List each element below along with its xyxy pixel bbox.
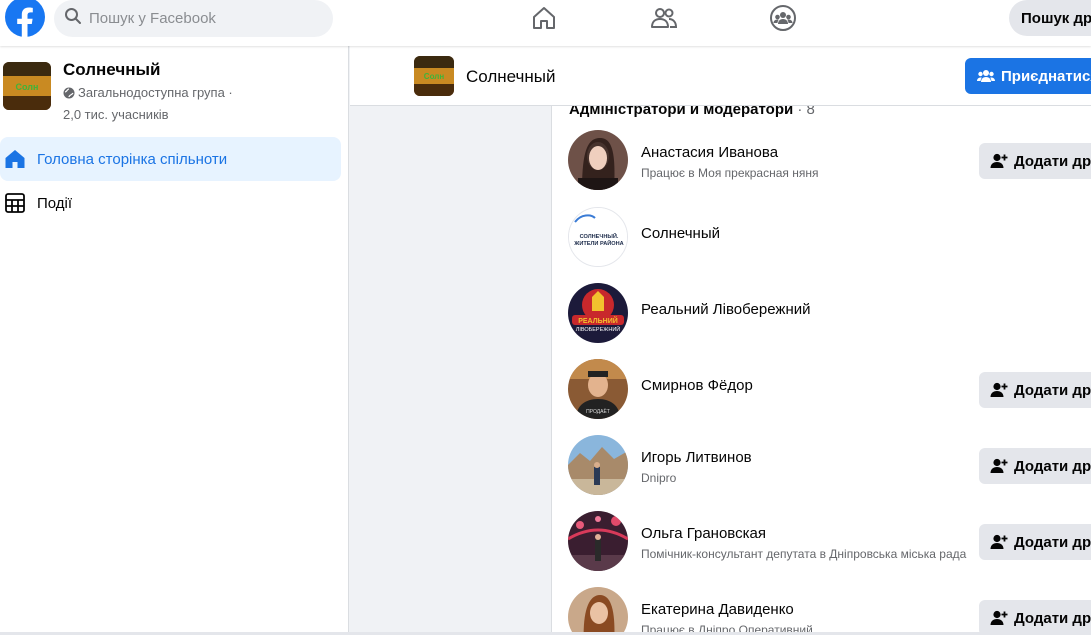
svg-text:Солн: Солн (424, 72, 445, 81)
list-item: Ольга Грановская Помічник-консультант де… (552, 511, 1091, 587)
sidebar-item-label: Події (37, 194, 73, 212)
avatar[interactable] (568, 435, 628, 495)
member-name[interactable]: Реальний Лівобережний (641, 301, 810, 318)
list-item: РЕАЛЬНИЙ ЛІВОБЕРЕЖНИЙ Реальний Лівобережн… (552, 283, 1091, 359)
friends-icon[interactable] (650, 4, 678, 32)
avatar[interactable]: СОЛНЕЧНЫЙ. ЖИТЕЛИ РАЙОНА (568, 207, 628, 267)
admins-card: Адміністратори и модератори · 8 Анастаси… (551, 80, 1091, 635)
search-input[interactable] (89, 10, 319, 27)
member-subtitle: Працює в Моя прекрасная няня (641, 166, 819, 180)
group-member-count[interactable]: 2,0 тис. учасників (63, 107, 169, 122)
group-name[interactable]: Солнечный (63, 60, 160, 80)
sidebar-item-events[interactable]: Події (0, 181, 341, 225)
add-friend-icon (990, 610, 1008, 625)
list-item: Игорь Литвинов Dnipro Додати дру (552, 435, 1091, 511)
add-friend-button[interactable]: Додати дру (979, 372, 1091, 408)
add-friend-icon (990, 382, 1008, 397)
member-name[interactable]: Анастасия Иванова (641, 144, 778, 161)
search-icon (64, 7, 82, 30)
group-privacy: Загальнодоступна група · (78, 85, 233, 100)
group-header-avatar[interactable]: Солн (414, 56, 454, 96)
add-friend-button[interactable]: Додати дру (979, 524, 1091, 560)
member-subtitle: Dnipro (641, 471, 677, 485)
add-friend-label: Додати дру (1014, 533, 1091, 551)
home-icon[interactable] (530, 4, 558, 32)
calendar-icon (4, 192, 26, 214)
avatar[interactable]: РЕАЛЬНИЙ ЛІВОБЕРЕЖНИЙ (568, 283, 628, 343)
list-item: Анастасия Иванова Працює в Моя прекрасна… (552, 130, 1091, 206)
top-navigation-bar: Пошук др (0, 0, 1091, 46)
add-friend-label: Додати дру (1014, 609, 1091, 627)
member-name[interactable]: Екатерина Давиденко (641, 601, 794, 618)
add-friend-label: Додати дру (1014, 457, 1091, 475)
add-friend-label: Додати дру (1014, 152, 1091, 170)
svg-text:РЕАЛЬНИЙ: РЕАЛЬНИЙ (578, 316, 618, 325)
add-friend-icon (990, 458, 1008, 473)
svg-text:ПРОДАЁТ: ПРОДАЁТ (586, 408, 610, 415)
home-icon (4, 148, 26, 170)
join-group-label: Приєднатися (1001, 67, 1091, 85)
group-header-bar: Солн Солнечный Приєднатися (350, 46, 1091, 106)
list-item: Екатерина Давиденко Працює в Дніпро Опер… (552, 587, 1091, 635)
join-group-button[interactable]: Приєднатися (965, 58, 1091, 94)
add-friend-label: Додати дру (1014, 381, 1091, 399)
add-friend-button[interactable]: Додати дру (979, 448, 1091, 484)
facebook-logo-icon[interactable] (4, 0, 46, 38)
add-friend-button[interactable]: Додати дру (979, 600, 1091, 635)
group-meta: Загальнодоступна група · 2,0 тис. учасни… (63, 83, 263, 125)
avatar[interactable] (568, 130, 628, 190)
add-friend-icon (990, 153, 1008, 168)
avatar[interactable] (568, 511, 628, 571)
sidebar-item-label: Головна сторінка спільноти (37, 150, 228, 168)
member-name[interactable]: Смирнов Фёдор (641, 377, 753, 394)
member-name[interactable]: Игорь Литвинов (641, 449, 752, 466)
top-search-button[interactable]: Пошук др (1009, 0, 1091, 36)
member-name[interactable]: Солнечный (641, 225, 720, 242)
add-friend-icon (990, 534, 1008, 549)
group-header-title[interactable]: Солнечный (466, 67, 556, 87)
member-name[interactable]: Ольга Грановская (641, 525, 766, 542)
svg-text:Солн: Солн (16, 82, 39, 92)
list-item: СОЛНЕЧНЫЙ. ЖИТЕЛИ РАЙОНА Солнечный (552, 207, 1091, 283)
group-avatar[interactable]: Солн (3, 62, 51, 110)
avatar[interactable] (568, 587, 628, 635)
avatar[interactable]: ПРОДАЁТ (568, 359, 628, 419)
svg-text:СОЛНЕЧНЫЙ.: СОЛНЕЧНЫЙ. (580, 232, 619, 240)
svg-text:ЛІВОБЕРЕЖНИЙ: ЛІВОБЕРЕЖНИЙ (576, 325, 621, 333)
svg-text:ЖИТЕЛИ РАЙОНА: ЖИТЕЛИ РАЙОНА (573, 239, 623, 247)
add-friend-button[interactable]: Додати дру (979, 143, 1091, 179)
group-join-icon (977, 70, 995, 82)
sidebar-item-community-home[interactable]: Головна сторінка спільноти (0, 137, 341, 181)
globe-icon (63, 85, 75, 105)
groups-icon[interactable] (769, 4, 797, 32)
member-subtitle: Помічник-консультант депутата в Дніпровс… (641, 547, 967, 561)
list-item: ПРОДАЁТ Смирнов Фёдор Додати дру (552, 359, 1091, 435)
search-bar[interactable] (54, 0, 333, 37)
left-sidebar: Солн Солнечный Загальнодоступна група · … (0, 46, 349, 635)
